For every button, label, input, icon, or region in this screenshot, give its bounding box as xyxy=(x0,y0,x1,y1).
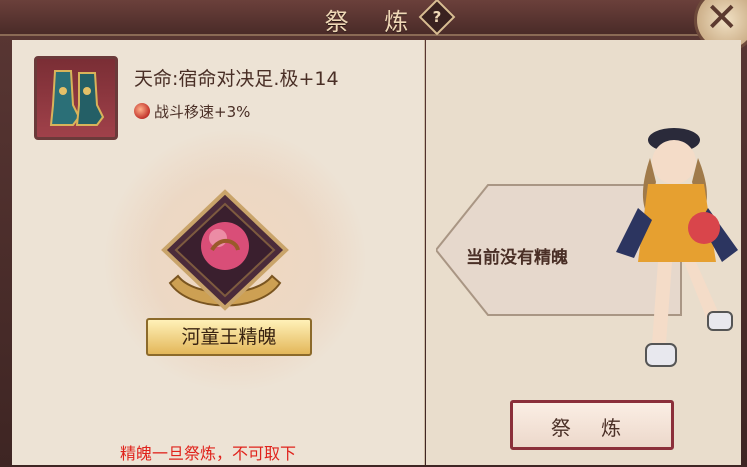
dialog-title: 祭 炼 xyxy=(324,8,423,36)
soul-orb-icon xyxy=(201,222,249,270)
warning-text: 精魄一旦祭炼，不可取下 xyxy=(120,444,297,463)
soul-socket[interactable] xyxy=(160,188,290,317)
close-icon: ✕ xyxy=(705,0,739,41)
character-portrait xyxy=(616,128,738,367)
red-orb-icon xyxy=(134,103,150,119)
equipment-name: 天命:宿命对决足.极+14 xyxy=(134,68,339,90)
no-soul-message: 当前没有精魄 xyxy=(466,248,568,268)
boots-icon xyxy=(49,70,105,126)
title-bar: 祭 炼 xyxy=(0,0,747,36)
soul-name-plate: 河童王精魄 xyxy=(146,318,312,356)
equipment-buff: 战斗移速+3% xyxy=(154,103,251,121)
refine-button[interactable]: 祭 炼 xyxy=(510,400,674,450)
equipment-slot[interactable] xyxy=(34,56,118,140)
